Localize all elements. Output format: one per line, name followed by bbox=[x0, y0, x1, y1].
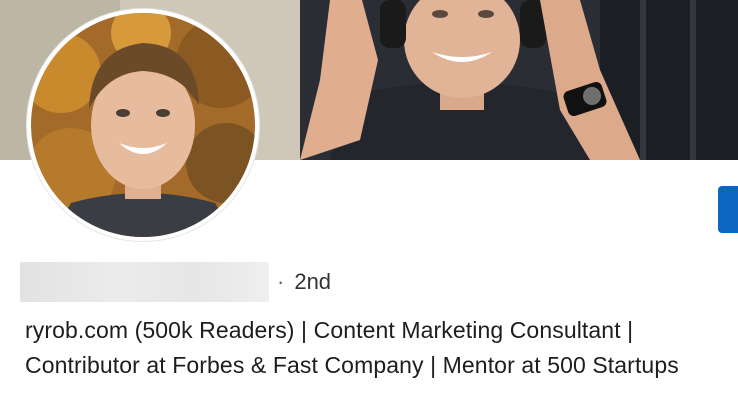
avatar[interactable] bbox=[27, 9, 259, 241]
profile-headline: ryrob.com (500k Readers) | Content Marke… bbox=[25, 317, 679, 378]
connect-button[interactable] bbox=[718, 186, 738, 233]
name-separator: · bbox=[277, 269, 285, 294]
connection-degree: 2nd bbox=[294, 269, 332, 294]
profile-name-redacted bbox=[20, 262, 269, 302]
profile-card: · 2nd ryrob.com (500k Readers) | Content… bbox=[0, 0, 738, 417]
name-row: · 2nd bbox=[20, 262, 331, 302]
avatar-image bbox=[31, 13, 255, 237]
